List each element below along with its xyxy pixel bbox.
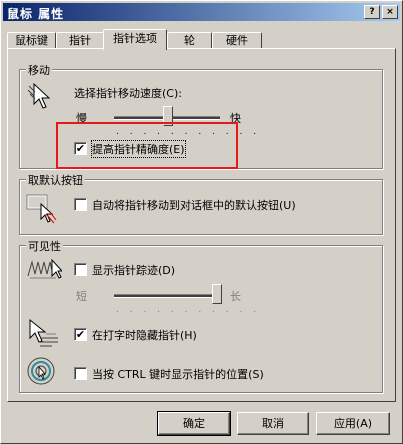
motion-group-label: 移动 (26, 62, 52, 78)
hide-pointer-icon (29, 318, 58, 347)
trails-short-label: 短 (76, 290, 87, 303)
ok-button[interactable]: 确定 (157, 411, 231, 436)
trails-checkbox[interactable] (74, 263, 87, 276)
pointer-trails-icon (27, 258, 62, 279)
trails-slider-ticks: . . . . . . . . . . . (116, 305, 261, 315)
window-title: 鼠标 属性 (7, 7, 65, 21)
pointer-speed-icon (27, 82, 51, 109)
snap-to-label[interactable]: 自动将指针移动到对话框中的默认按钮(U) (92, 197, 296, 213)
title-bar[interactable]: 鼠标 属性 ? × (3, 3, 400, 21)
mouse-properties-dialog: 鼠标 属性 ? × 鼠标键 指针 指针选项 轮 硬件 移动 选择指针移动速度(C… (0, 0, 403, 444)
trails-label[interactable]: 显示指针踪迹(D) (92, 262, 175, 278)
help-button[interactable]: ? (364, 5, 380, 19)
highlight-annotation-box (56, 122, 238, 169)
cancel-button[interactable]: 取消 (237, 412, 309, 435)
apply-button[interactable]: 应用(A) (316, 412, 390, 435)
snap-to-group-label: 取默认按钮 (26, 172, 85, 188)
hide-while-typing-checkbox[interactable]: ✔ (74, 328, 87, 341)
speed-label: 选择指针移动速度(C): (74, 87, 182, 100)
close-button[interactable]: × (382, 5, 398, 19)
tab-panel: 移动 选择指针移动速度(C): 慢 . . . . . . . . . . . … (7, 48, 396, 402)
hide-while-typing-label[interactable]: 在打字时隐藏指针(H) (92, 327, 197, 343)
tab-wheel[interactable]: 轮 (167, 32, 212, 49)
tab-hardware[interactable]: 硬件 (212, 32, 262, 49)
tab-pointer-options[interactable]: 指针选项 (103, 29, 167, 50)
tab-pointers[interactable]: 指针 (56, 32, 104, 49)
visibility-group-label: 可见性 (26, 238, 63, 254)
snap-to-checkbox[interactable] (74, 198, 87, 211)
ctrl-locate-icon (27, 357, 55, 385)
trails-slider-track[interactable] (114, 294, 220, 298)
tab-buttons[interactable]: 鼠标键 (7, 32, 56, 49)
ctrl-locate-checkbox[interactable] (74, 367, 87, 380)
trails-slider-thumb[interactable] (212, 284, 222, 304)
snap-to-group: 取默认按钮 自动将指针移动到对话框中的默认按钮(U) (19, 172, 383, 235)
snap-to-icon (26, 194, 57, 224)
visibility-group: 可见性 显示指针踪迹(D) 短 . . . . . . . . . . . 长 … (19, 238, 383, 393)
ctrl-locate-label[interactable]: 当按 CTRL 键时显示指针的位置(S) (92, 366, 264, 382)
trails-long-label: 长 (230, 290, 241, 303)
